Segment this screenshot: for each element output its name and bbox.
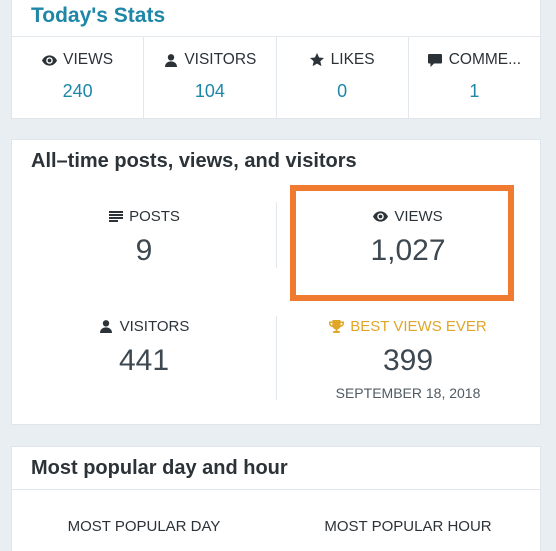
posts-label: POSTS (129, 208, 180, 225)
visitors-label: VISITORS (119, 318, 190, 335)
comment-icon (428, 53, 443, 68)
best-views-label: BEST VIEWS EVER (350, 318, 487, 335)
today-views-label: VIEWS (63, 51, 114, 68)
best-views-date: SEPTEMBER 18, 2018 (335, 385, 481, 401)
posts-list-icon (108, 209, 123, 224)
star-icon (310, 53, 325, 68)
today-comments-value: 1 (469, 81, 480, 101)
today-likes-label: LIKES (330, 51, 375, 68)
visitors-value: 441 (118, 344, 170, 377)
posts-value: 9 (135, 234, 153, 267)
most-popular-hour-label: MOST POPULAR HOUR (324, 518, 492, 535)
today-visitors-value: 104 (194, 81, 225, 101)
today-visitors-stat[interactable]: VISITORS 104 (144, 37, 277, 118)
all-time-stats-card: All–time posts, views, and visitors POST… (12, 140, 540, 424)
best-views-value: 399 (382, 344, 434, 377)
today-views-stat[interactable]: VIEWS 240 (12, 37, 145, 118)
views-highlight-box (290, 185, 514, 301)
today-likes-value: 0 (337, 81, 348, 101)
today-comments-stat[interactable]: COMME... 1 (409, 37, 540, 118)
trophy-icon (329, 319, 345, 334)
todays-stats-card: Today's Stats VIEWS 240 VISITORS 104 LIK… (12, 0, 540, 118)
all-time-visitors-stat: VISITORS 441 (12, 318, 276, 378)
today-likes-stat[interactable]: LIKES 0 (277, 37, 409, 118)
most-popular-day-label: MOST POPULAR DAY (67, 518, 221, 535)
today-comments-label: COMME... (448, 51, 522, 68)
person-icon (163, 53, 178, 68)
todays-stats-title: Today's Stats (31, 4, 166, 27)
today-views-value: 240 (62, 81, 93, 101)
most-popular-card: Most popular day and hour MOST POPULAR D… (12, 447, 540, 551)
eye-icon (42, 53, 58, 68)
divider (12, 489, 540, 490)
person-icon (99, 319, 114, 334)
all-time-posts-stat: POSTS 9 (12, 208, 276, 268)
all-time-title: All–time posts, views, and visitors (31, 150, 357, 172)
today-visitors-label: VISITORS (184, 51, 257, 68)
best-views-ever-stat: BEST VIEWS EVER 399 SEPTEMBER 18, 2018 (276, 318, 540, 401)
most-popular-title: Most popular day and hour (31, 457, 288, 479)
stats-page: Today's Stats VIEWS 240 VISITORS 104 LIK… (0, 0, 556, 551)
